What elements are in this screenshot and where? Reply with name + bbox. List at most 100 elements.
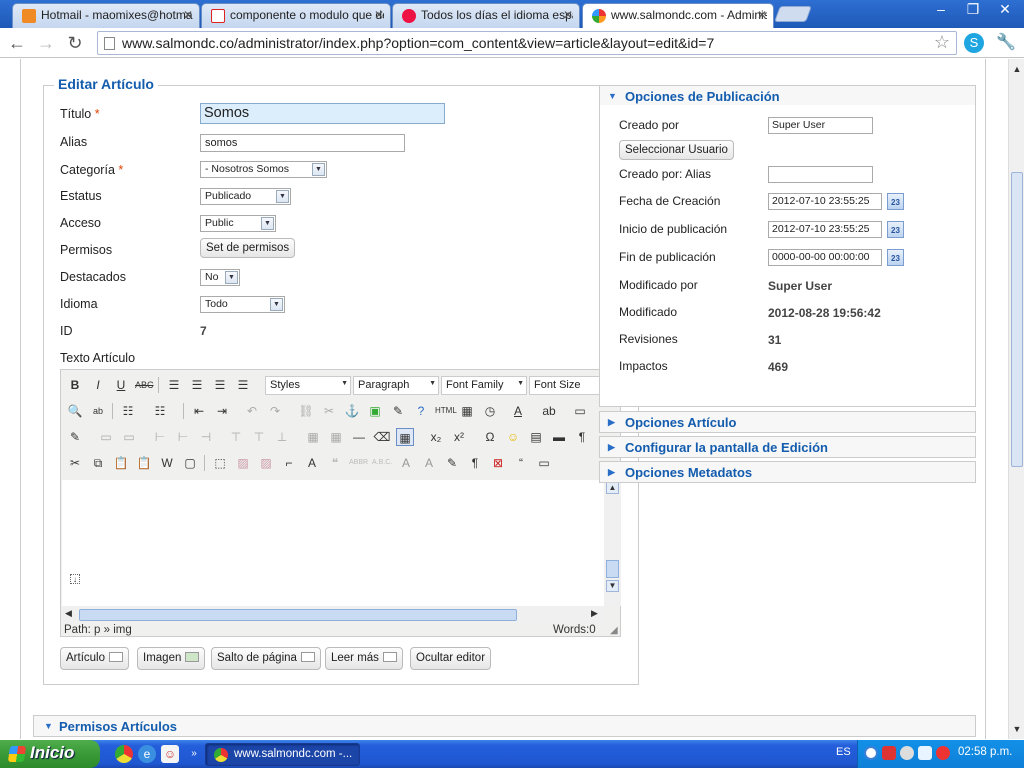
embedded-image-placeholder-icon[interactable]: ↓ <box>70 574 80 584</box>
set-permissions-button[interactable]: Set de permisos <box>200 238 296 258</box>
select-all-icon[interactable]: ▢ <box>181 454 199 472</box>
table-row-props-icon[interactable]: ⊢ <box>151 428 169 446</box>
created-date-input[interactable]: 2012-07-10 23:55:25 <box>768 193 882 210</box>
horizontal-rule-icon[interactable]: — <box>350 428 368 446</box>
new-tab-button[interactable] <box>774 6 812 22</box>
fullscreen-icon[interactable]: ▭ <box>571 402 589 420</box>
unlink-icon[interactable]: ✂ <box>320 402 338 420</box>
system-clock[interactable]: 02:58 p.m. <box>958 746 1012 758</box>
access-select[interactable]: Public ▼ <box>200 215 276 232</box>
text-color-icon[interactable]: A <box>509 402 527 420</box>
styles-select[interactable]: Styles ▼ <box>265 376 351 395</box>
select-user-button[interactable]: Seleccionar Usuario <box>619 140 734 160</box>
insert-time-icon[interactable]: ◷ <box>481 402 499 420</box>
numbered-list-icon[interactable]: ☷ <box>151 402 169 420</box>
publish-down-input[interactable]: 0000-00-00 00:00:00 <box>768 249 882 266</box>
publish-up-input[interactable]: 2012-07-10 23:55:25 <box>768 221 882 238</box>
split-cells-icon[interactable]: ▦ <box>304 428 322 446</box>
subscript-icon[interactable]: x₂ <box>427 428 445 446</box>
align-justify-icon[interactable]: ☰ <box>234 376 252 394</box>
editor-content-area[interactable]: ↓ <box>62 480 604 606</box>
cut-icon[interactable]: ✂ <box>66 454 84 472</box>
title-input[interactable]: Somos <box>200 103 445 124</box>
scroll-down-icon[interactable]: ▼ <box>1010 721 1024 737</box>
help-icon[interactable]: ? <box>412 402 430 420</box>
cleanup-icon[interactable]: ✎ <box>389 402 407 420</box>
created-by-field[interactable]: Super User <box>768 117 873 134</box>
style-props-icon[interactable]: A <box>303 454 321 472</box>
scroll-up-icon[interactable]: ▲ <box>1010 61 1024 77</box>
image-button[interactable]: Imagen <box>137 647 206 670</box>
tab-idioma[interactable]: Todos los días el idioma espa ✕ <box>392 3 580 28</box>
underline-icon[interactable]: U <box>112 376 130 394</box>
insert-date-icon[interactable]: ▦ <box>458 402 476 420</box>
tray-expand-icon[interactable] <box>864 746 878 760</box>
absolute-icon[interactable]: ▨ <box>257 454 275 472</box>
messenger-tray-icon[interactable] <box>918 746 932 760</box>
insert-text-icon[interactable]: A <box>420 454 438 472</box>
tab-close-icon[interactable]: ✕ <box>374 8 384 22</box>
edit-css-icon[interactable]: ✎ <box>66 428 84 446</box>
metadata-options-header[interactable]: ▶ Opciones Metadatos <box>599 461 976 483</box>
scroll-thumb[interactable] <box>1011 172 1023 467</box>
delete-text-icon[interactable]: A <box>397 454 415 472</box>
tab-close-icon[interactable]: ✕ <box>563 8 573 22</box>
alias-input[interactable]: somos <box>200 134 405 152</box>
delete-col-icon[interactable]: ⊥ <box>273 428 291 446</box>
calendar-icon[interactable]: 23 <box>887 221 904 238</box>
quote-icon[interactable]: ❝ <box>326 454 344 472</box>
close-window-icon[interactable]: ✕ <box>990 0 1020 18</box>
ie-quicklaunch-icon[interactable]: e <box>138 745 156 763</box>
move-forward-icon[interactable]: ▭ <box>120 428 138 446</box>
restore-icon[interactable]: ❐ <box>958 0 988 18</box>
scroll-right-icon[interactable]: ▶ <box>591 608 598 619</box>
format-select[interactable]: Paragraph ▼ <box>353 376 439 395</box>
security-alert-tray-icon[interactable] <box>936 746 950 760</box>
replace-icon[interactable]: ab <box>89 402 107 420</box>
tab-salmondc[interactable]: www.salmondc.com - Adminis ✕ <box>582 3 774 29</box>
superscript-icon[interactable]: x² <box>450 428 468 446</box>
reload-icon[interactable]: ↻ <box>64 32 86 54</box>
outdent-icon[interactable]: ⇤ <box>190 402 208 420</box>
language-indicator[interactable]: ES <box>836 746 851 758</box>
bookmark-star-icon[interactable]: ☆ <box>934 32 950 53</box>
paste-icon[interactable]: 📋 <box>112 454 130 472</box>
anchor-icon[interactable]: ⚓ <box>343 402 361 420</box>
link-icon[interactable]: ⛓ <box>297 402 315 420</box>
delete-row-icon[interactable]: ⊣ <box>197 428 215 446</box>
non-break-icon[interactable]: ⊠ <box>489 454 507 472</box>
scroll-left-icon[interactable]: ◀ <box>65 608 72 619</box>
address-bar[interactable]: www.salmondc.co/administrator/index.php?… <box>97 31 957 55</box>
calendar-icon[interactable]: 23 <box>887 193 904 210</box>
font-size-select[interactable]: Font Size <box>529 376 609 395</box>
forward-icon[interactable]: → <box>35 32 57 54</box>
skype-extension-icon[interactable]: S <box>964 33 984 53</box>
tab-hotmail[interactable]: Hotmail - maomixes@hotmail.c ✕ <box>12 3 200 28</box>
editor-vertical-scrollbar[interactable]: ▲ ▼ <box>604 480 621 606</box>
toggle-editor-button[interactable]: Ocultar editor <box>410 647 492 670</box>
taskbar-chrome-window[interactable]: www.salmondc.com -... <box>205 743 360 766</box>
remove-format-icon[interactable]: ⌫ <box>373 428 391 446</box>
redo-icon[interactable]: ↷ <box>266 402 284 420</box>
edit-screen-options-header[interactable]: ▶ Configurar la pantalla de Edición <box>599 436 976 458</box>
indent-icon[interactable]: ⇥ <box>213 402 231 420</box>
html-source-icon[interactable]: HTML <box>435 402 457 420</box>
tab-componente[interactable]: componente o modulo que de ✕ <box>201 3 391 28</box>
emoticon-icon[interactable]: ☺ <box>504 428 522 446</box>
horizontal-line-icon[interactable]: ▬ <box>550 428 568 446</box>
status-select[interactable]: Publicado ▼ <box>200 188 291 205</box>
align-right-icon[interactable]: ☰ <box>211 376 229 394</box>
abbr-icon[interactable]: ABBR <box>349 454 368 472</box>
category-select[interactable]: - Nosotros Somos ▼ <box>200 161 327 178</box>
find-icon[interactable]: 🔍 <box>66 402 84 420</box>
wrench-menu-icon[interactable]: 🔧 <box>996 33 1016 53</box>
antivirus-tray-icon[interactable] <box>882 746 896 760</box>
publishing-options-header[interactable]: ▼ Opciones de Publicación <box>599 85 976 107</box>
bullet-list-icon[interactable]: ☷ <box>119 402 137 420</box>
tab-close-icon[interactable]: ✕ <box>183 8 193 22</box>
media-icon[interactable]: ▤ <box>527 428 545 446</box>
merge-cells-icon[interactable]: ▦ <box>327 428 345 446</box>
italic-icon[interactable]: I <box>89 376 107 394</box>
read-more-button[interactable]: Leer más <box>325 647 403 670</box>
align-center-icon[interactable]: ☰ <box>188 376 206 394</box>
